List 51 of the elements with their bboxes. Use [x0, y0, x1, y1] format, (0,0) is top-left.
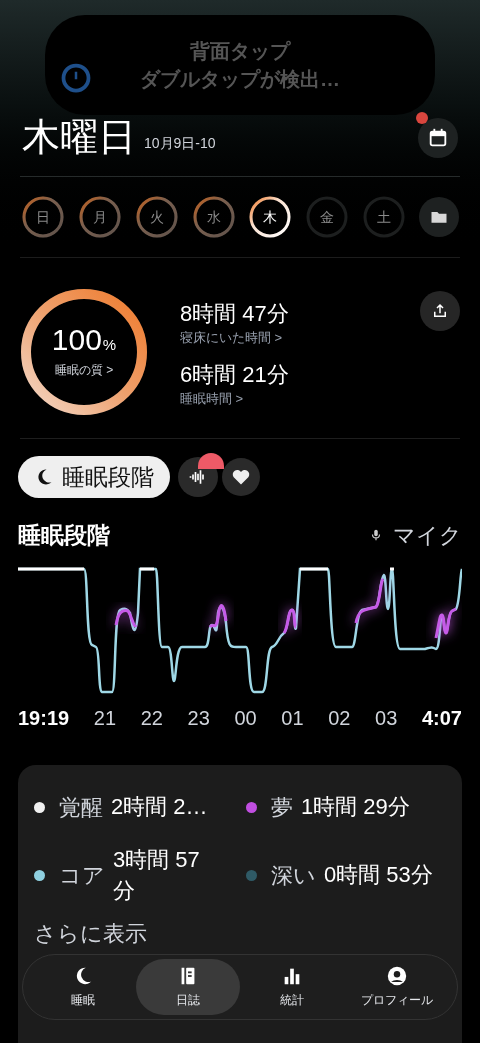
stage-tab[interactable]: 睡眠段階 [18, 456, 170, 498]
heart-icon [231, 467, 251, 487]
stage-label: 深い [271, 861, 316, 890]
percent-sign: % [102, 335, 117, 356]
nav-tab[interactable]: 統計 [240, 959, 345, 1015]
stage-duration: 2時間 2… [111, 793, 208, 822]
day-button[interactable]: 木 [248, 195, 293, 239]
microphone-source[interactable]: マイク [369, 518, 462, 552]
time-label: 22 [140, 705, 163, 731]
share-button[interactable] [420, 291, 460, 331]
time-label: 01 [281, 705, 304, 731]
notification-message: ダブルタップが検出… [140, 67, 340, 92]
stage-label: 夢 [271, 793, 293, 822]
day-button[interactable]: 火 [134, 195, 179, 239]
nav-tab[interactable]: 睡眠 [31, 959, 136, 1015]
stage-duration: 1時間 29分 [301, 793, 410, 822]
user-icon [385, 965, 408, 987]
heart-tab[interactable] [222, 458, 260, 496]
day-button[interactable]: 土 [362, 195, 407, 239]
stage-duration: 0時間 53分 [324, 861, 433, 890]
time-label: 02 [328, 705, 351, 731]
time-label: 4:07 [421, 705, 462, 731]
time-label: 19:19 [18, 705, 70, 731]
stage-label: コア [59, 861, 105, 890]
duration-link[interactable]: 寝床にいた時間 > [180, 327, 289, 347]
stage-duration: 3時間 57分 [113, 845, 201, 906]
chart-title: 睡眠段階 [18, 521, 110, 550]
nav-tab[interactable]: プロフィール [344, 959, 449, 1015]
share-icon [431, 302, 449, 320]
calendar-icon [427, 127, 449, 149]
microphone-icon [369, 528, 383, 543]
page-title: 木曜日 [22, 118, 136, 156]
time-label: 21 [93, 705, 117, 731]
duration-value: 8時間 47分 [180, 300, 289, 328]
duration-value: 6時間 21分 [180, 361, 289, 389]
show-more-link[interactable]: さらに表示 [34, 917, 147, 951]
duration-link[interactable]: 睡眠時間 > [180, 388, 289, 408]
day-button[interactable]: 金 [305, 195, 350, 239]
day-button[interactable]: 月 [77, 195, 122, 239]
stage-label: 覚醒 [59, 793, 103, 822]
day-button[interactable]: 日 [21, 195, 65, 239]
notification-title: 背面タップ [190, 39, 290, 64]
time-label: 00 [234, 705, 257, 731]
date-range: 10月9日-10 [144, 134, 216, 153]
quality-score: 100 [51, 325, 102, 356]
info-icon [61, 63, 91, 93]
time-label: 03 [375, 705, 398, 731]
time-label: 23 [187, 705, 210, 731]
day-button[interactable]: 水 [191, 195, 236, 239]
nav-tab[interactable]: 日誌 [135, 959, 240, 1015]
quality-link[interactable]: 睡眠の質 > [54, 360, 114, 379]
